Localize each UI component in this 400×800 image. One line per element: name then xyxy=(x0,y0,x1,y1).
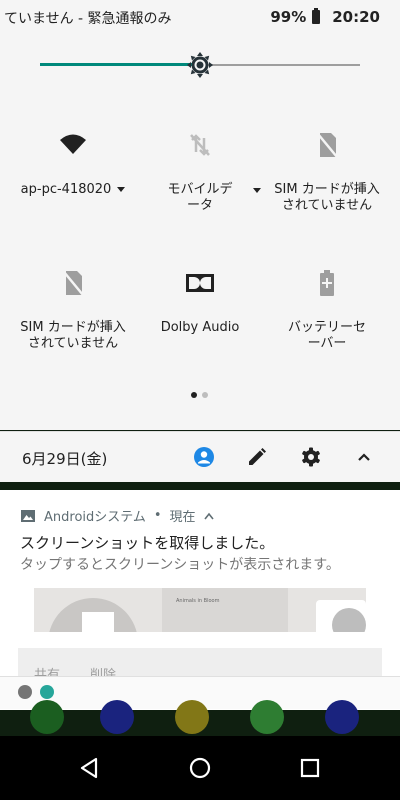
collapse-icon[interactable] xyxy=(353,446,375,468)
sim-2-label-line2: されていません xyxy=(27,336,119,351)
sim-1-label-line1: SIM カードが挿入 xyxy=(274,182,380,197)
home-icon[interactable] xyxy=(186,754,214,782)
user-icon[interactable] xyxy=(193,446,215,468)
overflow-notification-icon xyxy=(18,685,32,699)
tile-sim-2[interactable]: SIM カードが挿入 されていません xyxy=(8,268,138,378)
back-icon[interactable] xyxy=(76,754,104,782)
quick-settings-panel: ていません - 緊急通報のみ 99% 20:20 ap-pc-418020 モバ… xyxy=(0,0,400,430)
tile-battery-saver-label: バッテリーセ ーバー xyxy=(262,320,392,352)
tile-sim-1[interactable]: SIM カードが挿入 されていません xyxy=(262,130,392,240)
image-icon xyxy=(21,509,35,522)
brightness-slider[interactable] xyxy=(40,52,360,78)
notification-title: スクリーンショットを取得しました。 xyxy=(20,534,275,552)
tile-sim-1-label: SIM カードが挿入 されていません xyxy=(262,182,392,214)
battery-saver-label-line1: バッテリーセ xyxy=(287,320,366,335)
wifi-dropdown-caret[interactable] xyxy=(117,187,126,192)
app-icon xyxy=(30,700,64,734)
notification-header: Androidシステム • 現在 xyxy=(20,506,214,525)
app-icon xyxy=(250,700,284,734)
tile-wifi-label: ap-pc-418020 xyxy=(8,182,138,198)
date-label: 6月29日(金) xyxy=(22,450,108,468)
battery-percent: 99% xyxy=(270,8,307,26)
tile-battery-saver[interactable]: バッテリーセ ーバー xyxy=(262,268,392,378)
wifi-icon xyxy=(60,134,86,154)
page-indicator[interactable] xyxy=(191,392,208,398)
thumb-preview-panel: Animals in Bloom xyxy=(162,588,288,632)
status-bar: ていません - 緊急通報のみ 99% 20:20 xyxy=(0,0,400,36)
battery-saver-label-line2: ーバー xyxy=(307,336,347,351)
overflow-notification-icon xyxy=(40,685,54,699)
mobile-data-label-line2: ータ xyxy=(186,198,213,213)
quick-settings-footer: 6月29日(金) xyxy=(0,431,400,482)
tile-dolby-label: Dolby Audio xyxy=(160,320,240,335)
recents-icon[interactable] xyxy=(296,754,324,782)
app-icon xyxy=(325,700,359,734)
chevron-up-icon[interactable] xyxy=(203,512,214,520)
wifi-network-name: ap-pc-418020 xyxy=(20,182,112,197)
notification-text: タップするとスクリーンショットが表示されます。 xyxy=(20,557,340,573)
app-icon xyxy=(175,700,209,734)
thumb-card xyxy=(82,612,114,632)
settings-icon[interactable] xyxy=(300,446,322,468)
app-icon xyxy=(100,700,134,734)
mobile-data-label-line1: モバイルデ xyxy=(167,182,233,197)
launcher-background xyxy=(0,700,400,736)
sim-missing-icon xyxy=(63,271,84,296)
notification-time: 現在 xyxy=(169,510,196,525)
mobile-data-dropdown-caret[interactable] xyxy=(253,188,261,193)
notification-actions: 共有 削除 xyxy=(18,648,382,678)
notification-app-name: Androidシステム xyxy=(44,510,146,525)
status-right-group: 99% 20:20 xyxy=(270,8,380,26)
mobile-data-off-icon xyxy=(190,134,210,156)
tile-sim-2-label: SIM カードが挿入 されていません xyxy=(8,320,138,352)
dolby-icon xyxy=(186,274,214,292)
brightness-icon[interactable] xyxy=(187,52,213,78)
brightness-fill xyxy=(40,63,200,66)
page-dot-2 xyxy=(202,392,208,398)
carrier-status-text: ていません - 緊急通報のみ xyxy=(4,11,172,27)
tile-mobile-data[interactable]: モバイルデ ータ xyxy=(135,130,265,240)
sim-missing-icon xyxy=(317,133,338,158)
battery-saver-icon xyxy=(320,270,334,296)
sim-2-label-line1: SIM カードが挿入 xyxy=(20,320,126,335)
screenshot-thumbnail[interactable]: Animals in Bloom xyxy=(34,588,366,632)
battery-icon xyxy=(312,8,321,24)
edit-icon[interactable] xyxy=(246,446,268,468)
navigation-bar xyxy=(0,736,400,800)
tile-dolby-audio[interactable]: Dolby Audio xyxy=(135,268,265,378)
sim-1-label-line2: されていません xyxy=(281,198,373,213)
notification-separator: • xyxy=(153,508,162,523)
page-dot-1 xyxy=(191,392,197,398)
thumb-caption: Animals in Bloom xyxy=(176,598,220,604)
tile-wifi[interactable]: ap-pc-418020 xyxy=(8,130,138,240)
clock: 20:20 xyxy=(332,8,380,26)
tile-mobile-data-label: モバイルデ ータ xyxy=(135,182,265,214)
